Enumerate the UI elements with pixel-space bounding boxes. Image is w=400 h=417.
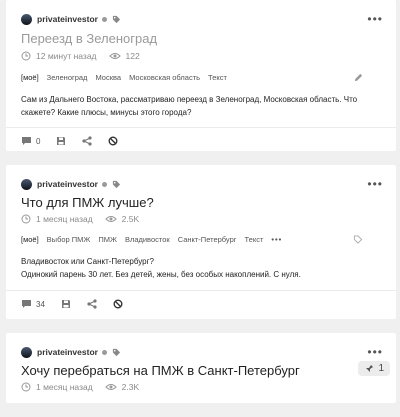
tag-icon[interactable] [112, 348, 121, 357]
edit-icon[interactable] [354, 73, 363, 82]
post-time: 12 минут назад [36, 51, 97, 61]
post-title[interactable]: Что для ПМЖ лучше? [21, 195, 154, 211]
eye-icon [108, 52, 121, 60]
post-feed: privateinvestor ••• Переезд в Зеленоград… [6, 0, 396, 417]
tag-list: [моё] Зеленоград Москва Московская облас… [21, 73, 381, 82]
post-title[interactable]: Хочу перебраться на ПМЖ в Санкт-Петербур… [21, 363, 300, 379]
tag[interactable]: Владивосток [125, 235, 170, 244]
post-body-line: Одинокий парень 30 лет. Без детей, жены,… [21, 270, 301, 279]
post-actions: 0 [21, 136, 134, 146]
hide-button[interactable] [108, 136, 118, 146]
status-dot [101, 349, 107, 355]
divider [6, 127, 396, 128]
share-button[interactable] [82, 136, 93, 146]
post-header: privateinvestor [21, 176, 121, 192]
view-count: 2.5K [121, 214, 140, 224]
tag-icon[interactable] [112, 180, 121, 189]
hide-icon [113, 299, 123, 309]
more-dots-icon[interactable]: ••• [367, 178, 383, 190]
comment-button[interactable]: 34 [21, 299, 45, 309]
tag[interactable]: Выбор ПМЖ [47, 235, 91, 244]
post-header: privateinvestor [21, 11, 121, 27]
more-dots-icon[interactable]: ••• [367, 13, 383, 25]
post-card: privateinvestor ••• Хочу перебраться на … [6, 333, 396, 403]
hide-icon [108, 136, 118, 146]
tag[interactable]: ПМЖ [98, 235, 117, 244]
divider [6, 290, 396, 291]
save-button[interactable] [61, 299, 71, 309]
tag-mine[interactable]: [моё] [21, 73, 39, 82]
post-title[interactable]: Переезд в Зеленоград [21, 31, 157, 47]
author-name[interactable]: privateinvestor [37, 14, 98, 24]
status-dot [101, 16, 107, 22]
post-actions: 34 [21, 299, 139, 309]
post-card: privateinvestor ••• Что для ПМЖ лучше? 1… [6, 165, 396, 319]
share-icon [82, 136, 93, 146]
tag[interactable]: Санкт-Петербург [178, 235, 237, 244]
avatar[interactable] [21, 13, 32, 25]
post-header: privateinvestor [21, 344, 121, 360]
tag-icon[interactable] [112, 15, 121, 24]
tag[interactable]: Текст [245, 235, 264, 244]
hide-button[interactable] [113, 299, 123, 309]
eye-icon [104, 215, 117, 223]
post-meta: 12 минут назад 122 [21, 51, 140, 61]
comment-count: 34 [36, 299, 45, 309]
comment-button[interactable]: 0 [21, 136, 40, 146]
tag[interactable]: Московская область [129, 73, 200, 82]
tag-icon[interactable] [353, 235, 363, 244]
pin-icon [366, 364, 374, 373]
pin-count: 1 [378, 363, 384, 374]
comment-count: 0 [36, 136, 41, 146]
avatar[interactable] [21, 346, 32, 358]
post-meta: 1 месяц назад 2.5K [21, 214, 139, 224]
post-body: Сам из Дальнего Востока, рассматриваю пе… [21, 95, 358, 117]
view-count: 122 [125, 51, 140, 61]
tag[interactable]: Москва [95, 73, 121, 82]
post-card: privateinvestor ••• Переезд в Зеленоград… [6, 0, 396, 151]
pin-badge[interactable]: 1 [358, 361, 390, 376]
eye-icon [104, 383, 117, 391]
save-icon [57, 137, 66, 145]
more-tags-icon[interactable]: ••• [271, 235, 282, 244]
avatar[interactable] [21, 178, 32, 190]
more-dots-icon[interactable]: ••• [367, 346, 383, 358]
share-icon [87, 299, 97, 309]
status-dot [101, 181, 107, 187]
tag-list: [моё] Выбор ПМЖ ПМЖ Владивосток Санкт-Пе… [21, 235, 381, 244]
comment-icon [22, 300, 31, 308]
save-button[interactable] [56, 136, 66, 146]
post-time: 1 месяц назад [36, 214, 93, 224]
save-icon [61, 300, 70, 308]
author-name[interactable]: privateinvestor [37, 347, 98, 357]
clock-icon [21, 51, 31, 61]
tag[interactable]: Текст [208, 73, 227, 82]
post-body-line: Владивосток или Санкт-Петербург? [21, 257, 154, 266]
tag-mine[interactable]: [моё] [21, 235, 39, 244]
clock-icon [21, 214, 31, 224]
tag[interactable]: Зеленоград [47, 73, 88, 82]
post-body: Владивосток или Санкт-Петербург? Одиноки… [21, 255, 376, 281]
share-button[interactable] [87, 299, 97, 309]
author-name[interactable]: privateinvestor [37, 179, 98, 189]
comment-icon [22, 137, 31, 145]
